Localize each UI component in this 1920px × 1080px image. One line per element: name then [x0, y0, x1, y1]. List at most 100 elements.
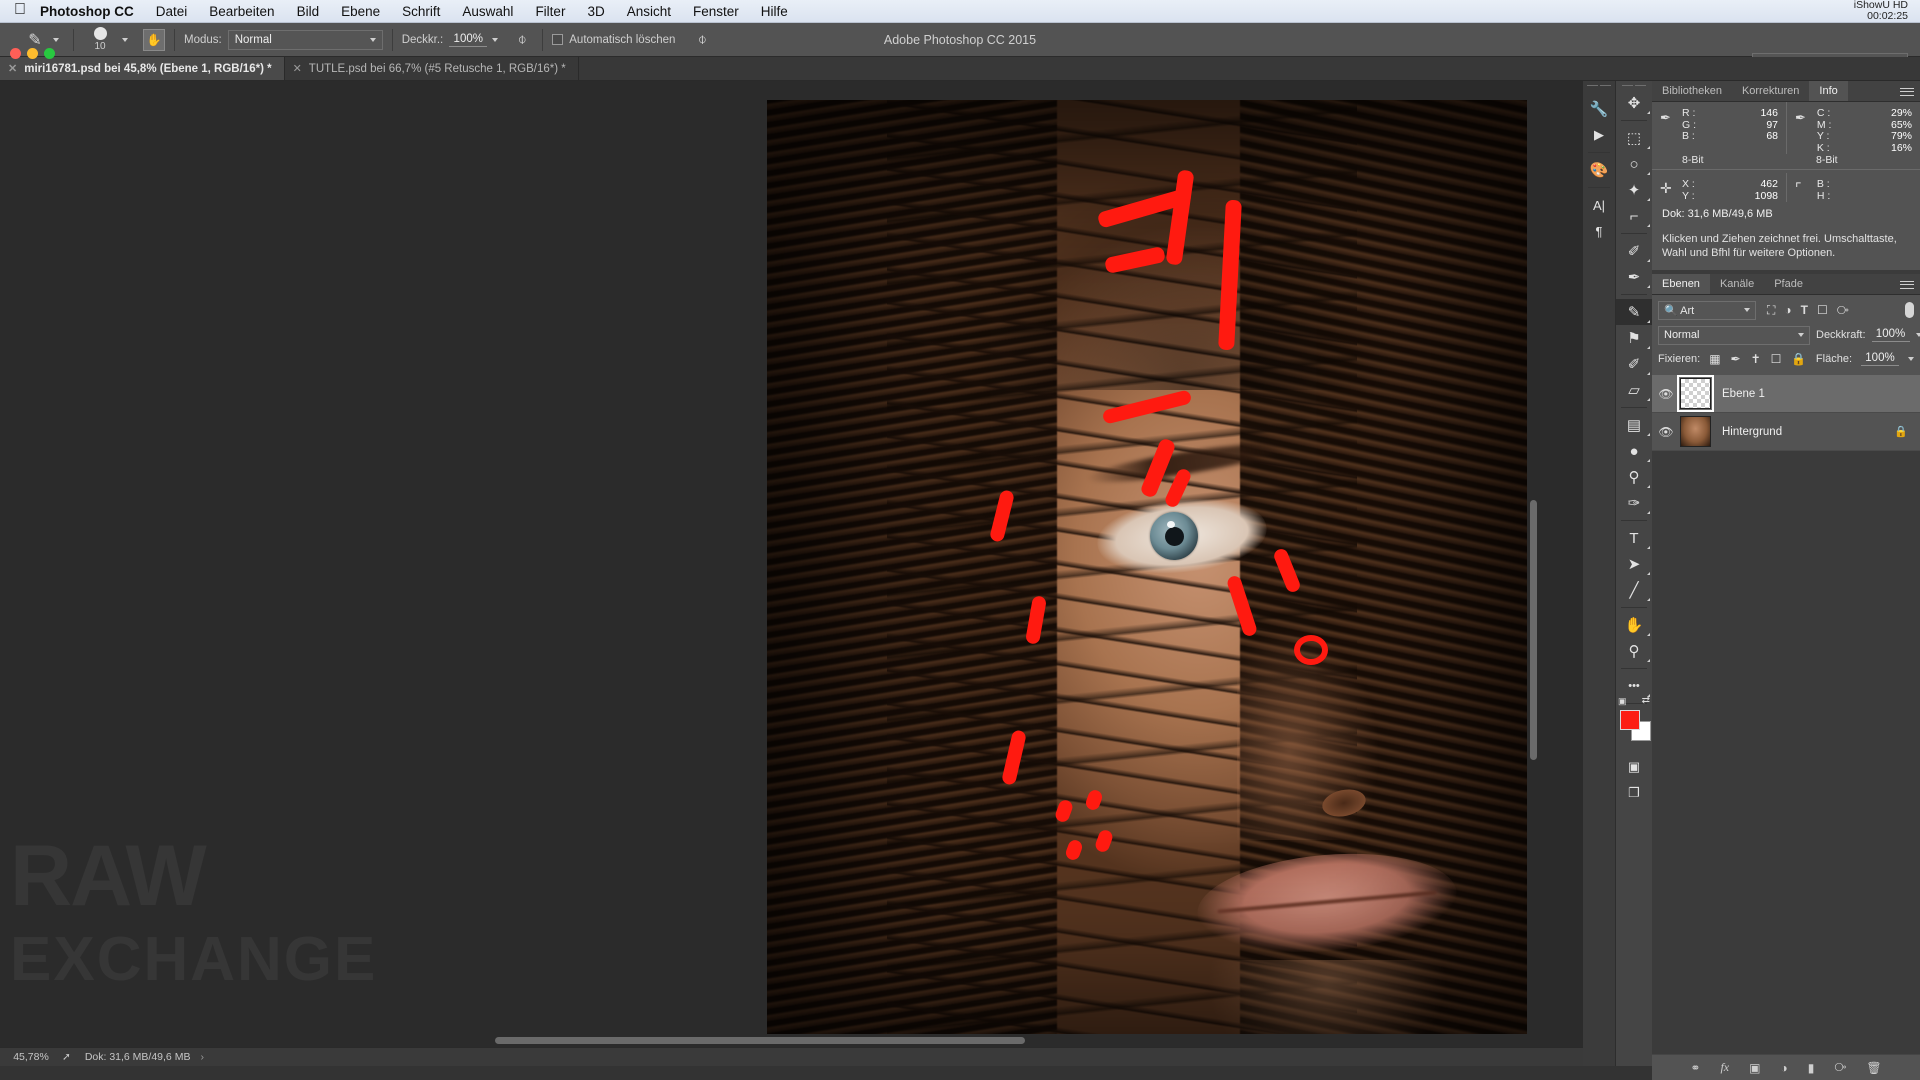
brush-picker-caret[interactable]: [117, 30, 133, 50]
magic-wand-tool[interactable]: ✦: [1616, 177, 1652, 203]
menu-filter[interactable]: Filter: [535, 4, 565, 19]
pen-tool[interactable]: ✑: [1616, 490, 1652, 516]
tab-pfade[interactable]: Pfade: [1764, 274, 1813, 294]
scrollbar-thumb[interactable]: [1530, 500, 1537, 760]
tab-ebenen[interactable]: Ebenen: [1652, 274, 1710, 294]
path-selection-tool[interactable]: ➤: [1616, 551, 1652, 577]
opacity-slider-caret[interactable]: [487, 30, 503, 50]
clone-stamp-tool[interactable]: ⚑: [1616, 325, 1652, 351]
type-tool[interactable]: T: [1616, 525, 1652, 551]
lock-artboard-icon[interactable]: ☐: [1771, 352, 1782, 366]
menu-bearbeiten[interactable]: Bearbeiten: [209, 4, 274, 19]
tool-preset-picker-caret[interactable]: [48, 30, 64, 50]
brush-preview[interactable]: 10: [83, 25, 117, 55]
foreground-color-swatch[interactable]: [1620, 710, 1640, 730]
pressure-icon[interactable]: ⌽: [691, 29, 713, 51]
screen-mode-icon[interactable]: ❐: [1616, 780, 1652, 806]
layer-opacity-caret[interactable]: [1915, 333, 1920, 337]
history-brush-tool[interactable]: ✐: [1616, 351, 1652, 377]
menu-photoshop-cc[interactable]: Photoshop CC: [40, 4, 134, 19]
panel-menu-icon[interactable]: [1900, 85, 1914, 98]
layer-thumbnail[interactable]: [1680, 416, 1711, 447]
tab-bibliotheken[interactable]: Bibliotheken: [1652, 81, 1732, 101]
menu-schrift[interactable]: Schrift: [402, 4, 440, 19]
menu-ebene[interactable]: Ebene: [341, 4, 380, 19]
tab-kanaele[interactable]: Kanäle: [1710, 274, 1764, 294]
panel-grip[interactable]: [1583, 81, 1615, 90]
layer-style-icon[interactable]: fx: [1720, 1060, 1729, 1075]
menu-auswahl[interactable]: Auswahl: [462, 4, 513, 19]
zoom-window-button[interactable]: [44, 48, 55, 59]
filter-enable-toggle[interactable]: [1905, 302, 1914, 318]
type-layer-filter-icon[interactable]: T: [1801, 303, 1808, 317]
text-cursor-icon[interactable]: A|: [1583, 192, 1615, 218]
airbrush-icon[interactable]: ⌽: [511, 29, 533, 51]
toolbox-icon[interactable]: 🔧: [1583, 96, 1615, 122]
apple-icon[interactable]: : [14, 2, 26, 18]
delete-layer-icon[interactable]: 🗑: [1866, 1061, 1881, 1075]
document-tab-miri16781[interactable]: ✕ miri16781.psd bei 45,8% (Ebene 1, RGB/…: [0, 57, 285, 80]
swap-colors-icon[interactable]: ⇄: [1642, 695, 1650, 706]
close-window-button[interactable]: [10, 48, 21, 59]
menu-ansicht[interactable]: Ansicht: [627, 4, 671, 19]
share-icon[interactable]: ➚: [62, 1051, 71, 1063]
fill-value[interactable]: 100%: [1861, 352, 1899, 366]
layer-mask-icon[interactable]: ▣: [1749, 1061, 1760, 1075]
hand-tool[interactable]: ✋: [1616, 612, 1652, 638]
lock-transparency-icon[interactable]: ▦: [1709, 352, 1720, 366]
tab-info[interactable]: Info: [1809, 81, 1848, 101]
panel-menu-icon[interactable]: [1900, 278, 1914, 291]
crop-tool[interactable]: ⌐: [1616, 203, 1652, 229]
default-colors-icon[interactable]: ▣: [1618, 696, 1627, 707]
fill-caret[interactable]: [1908, 357, 1914, 361]
layer-thumbnail[interactable]: [1677, 375, 1714, 412]
pixel-layer-filter-icon[interactable]: ⛶: [1767, 303, 1775, 318]
layer-name[interactable]: Ebene 1: [1722, 388, 1765, 400]
layer-filter-select[interactable]: 🔍 Art: [1658, 300, 1756, 320]
table-row[interactable]: 👁 Hintergrund 🔒: [1652, 413, 1920, 451]
canvas-vertical-scrollbar[interactable]: [1527, 100, 1540, 1066]
lock-all-icon[interactable]: 🔒: [1791, 352, 1806, 366]
tablet-pressure-icon[interactable]: ✋: [143, 28, 165, 51]
lasso-tool[interactable]: ○: [1616, 151, 1652, 177]
panel-grip[interactable]: [1616, 81, 1652, 90]
dodge-tool[interactable]: ⚲: [1616, 464, 1652, 490]
eyedropper-tool[interactable]: ✐: [1616, 238, 1652, 264]
scrollbar-thumb[interactable]: [495, 1037, 1025, 1044]
document-canvas[interactable]: [767, 100, 1540, 1066]
eye-icon[interactable]: 👁: [1652, 387, 1680, 401]
eraser-tool[interactable]: ▱: [1616, 377, 1652, 403]
zoom-level-value[interactable]: 45,78%: [0, 1051, 62, 1063]
close-icon[interactable]: ✕: [8, 62, 17, 75]
table-row[interactable]: 👁 Ebene 1: [1652, 375, 1920, 413]
blend-mode-select[interactable]: Normal: [227, 29, 383, 50]
lock-image-icon[interactable]: ✒: [1731, 352, 1741, 366]
eye-icon[interactable]: 👁: [1652, 425, 1680, 439]
opacity-value[interactable]: 100%: [449, 33, 488, 47]
layer-opacity-value[interactable]: 100%: [1871, 328, 1910, 342]
canvas-stage[interactable]: RAW EXCHANGE 45,78% ➚ Dok: 31,6 MB/49,6 …: [0, 81, 1583, 1066]
lock-position-icon[interactable]: ✝: [1751, 352, 1761, 366]
layer-name[interactable]: Hintergrund: [1722, 426, 1782, 438]
minimize-window-button[interactable]: [27, 48, 38, 59]
adjustment-layer-filter-icon[interactable]: ◑: [1784, 303, 1791, 317]
link-layers-icon[interactable]: ⚭: [1690, 1061, 1700, 1075]
adjustment-layer-icon[interactable]: ◑: [1780, 1061, 1787, 1075]
line-shape-tool[interactable]: ╱: [1616, 577, 1652, 603]
move-tool[interactable]: ✥: [1616, 90, 1652, 116]
layer-blend-mode-select[interactable]: Normal: [1658, 325, 1810, 345]
menu-3d[interactable]: 3D: [587, 4, 604, 19]
close-icon[interactable]: ✕: [293, 62, 302, 75]
blur-tool[interactable]: ●: [1616, 438, 1652, 464]
menu-fenster[interactable]: Fenster: [693, 4, 739, 19]
brushes-icon[interactable]: 🎨: [1583, 157, 1615, 183]
tab-korrekturen[interactable]: Korrekturen: [1732, 81, 1809, 101]
new-group-icon[interactable]: ▮: [1808, 1061, 1815, 1075]
quick-mask-icon[interactable]: ▣: [1616, 754, 1652, 780]
status-expand-chevron[interactable]: ›: [200, 1051, 204, 1063]
zoom-tool[interactable]: ⚲: [1616, 638, 1652, 664]
menu-datei[interactable]: Datei: [156, 4, 188, 19]
pencil-tool[interactable]: ✎: [1616, 299, 1652, 325]
document-tab-tutle[interactable]: ✕ TUTLE.psd bei 66,7% (#5 Retusche 1, RG…: [285, 57, 579, 80]
play-icon[interactable]: ▶: [1583, 122, 1615, 148]
